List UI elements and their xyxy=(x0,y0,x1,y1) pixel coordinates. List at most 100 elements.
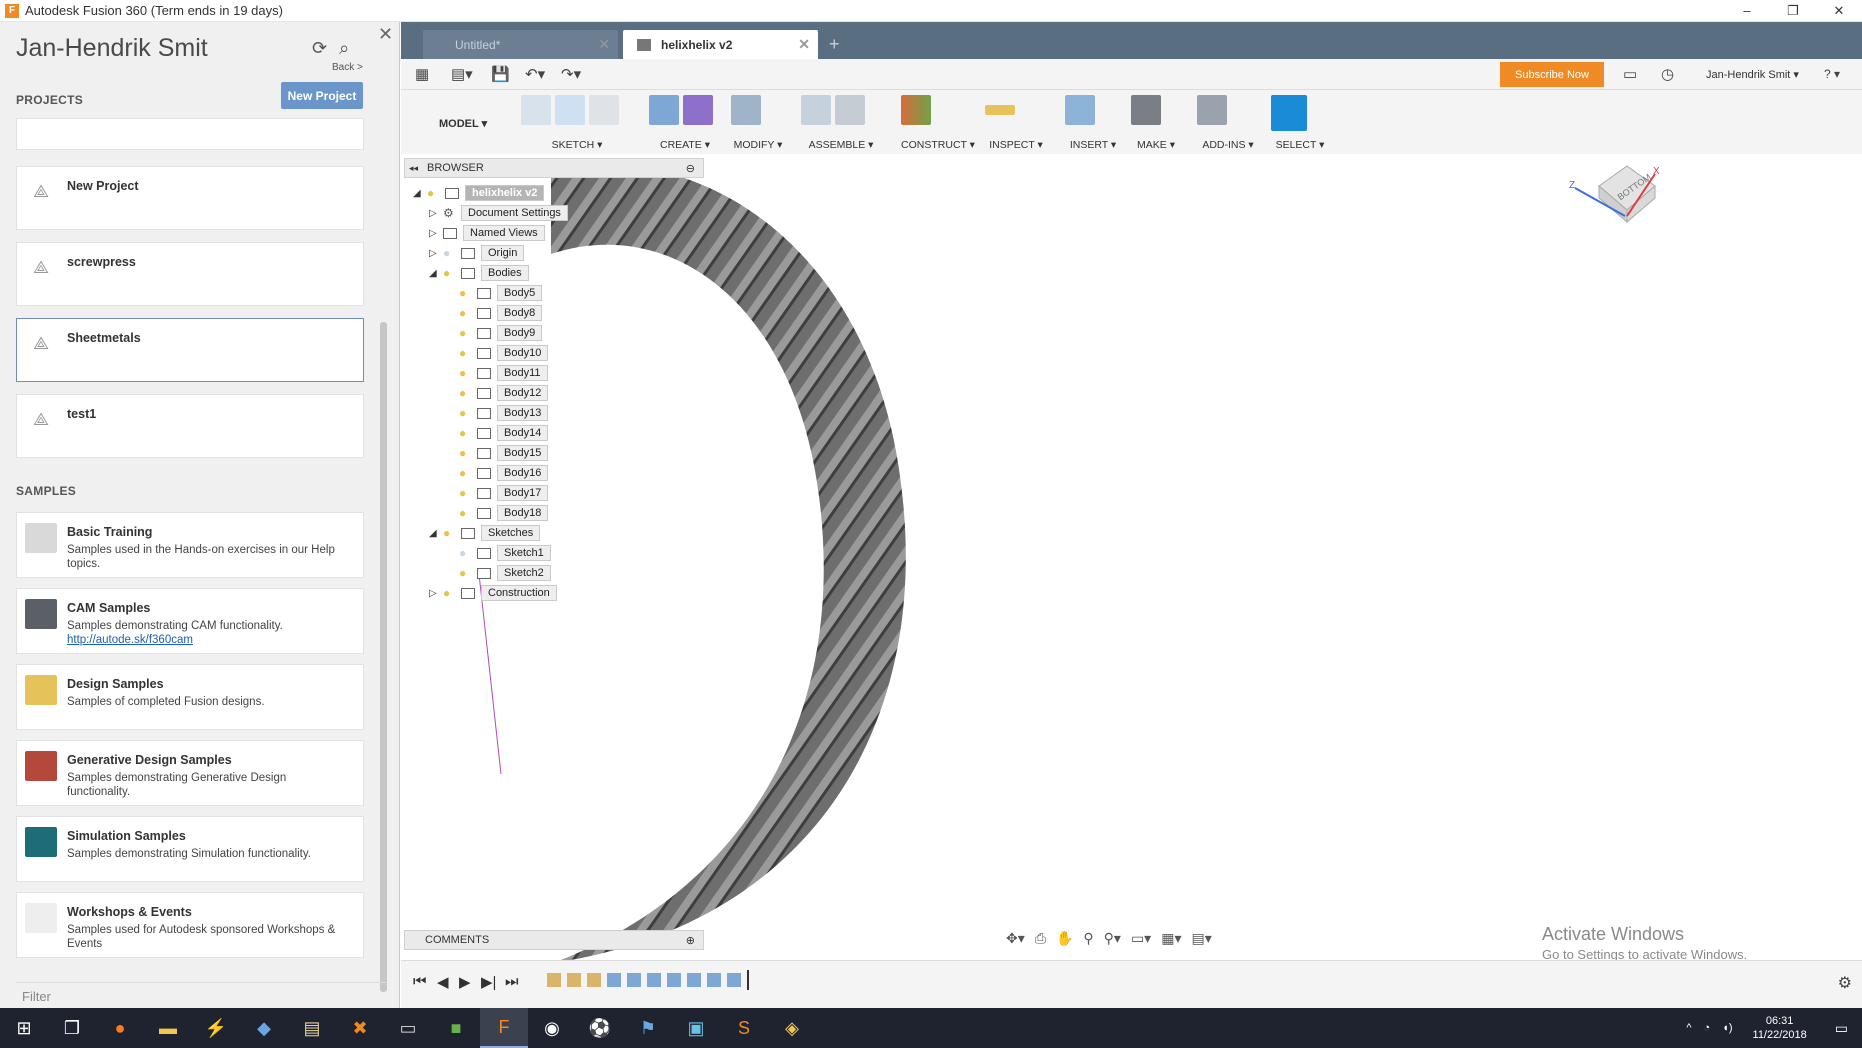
collapse-icon[interactable]: ◢ xyxy=(429,528,443,539)
app-icon[interactable]: ⚡ xyxy=(192,1008,240,1048)
job-status-icon[interactable]: ◷ xyxy=(1661,65,1674,83)
visibility-bulb-icon[interactable]: ● xyxy=(459,307,471,319)
press-pull-icon[interactable] xyxy=(731,95,761,125)
pattern-feature-icon[interactable] xyxy=(707,973,721,987)
timeline-marker[interactable] xyxy=(747,970,749,990)
tree-node-document-settings[interactable]: ▷ ⚙ Document Settings xyxy=(429,204,568,222)
grid-menu-icon[interactable]: ▦ xyxy=(415,65,429,83)
visibility-bulb-icon[interactable]: ● xyxy=(459,287,471,299)
back-link[interactable]: Back > xyxy=(332,62,363,73)
construct-group[interactable]: CONSTRUCT ▾ xyxy=(901,95,975,153)
close-tab-icon[interactable]: ✕ xyxy=(598,36,610,53)
tree-node-body[interactable]: ● Body10 xyxy=(459,344,549,362)
visibility-bulb-icon[interactable]: ● xyxy=(459,387,471,399)
cam-link[interactable]: http://autode.sk/f360cam xyxy=(67,633,352,647)
sample-card[interactable]: CAM Samples Samples demonstrating CAM fu… xyxy=(16,588,364,654)
refresh-icon[interactable]: ⟳ xyxy=(312,38,327,59)
collapse-icon[interactable]: ◢ xyxy=(429,268,443,279)
project-card[interactable]: ⟁ New Project xyxy=(16,166,364,230)
sketch-feature-icon[interactable] xyxy=(587,973,601,987)
visibility-bulb-icon[interactable]: ● xyxy=(459,347,471,359)
tree-node-body[interactable]: ● Body14 xyxy=(459,424,549,442)
visibility-bulb-icon[interactable]: ● xyxy=(459,367,471,379)
volume-icon[interactable]: ◖) xyxy=(1722,1022,1732,1034)
task-view-icon[interactable]: ❐ xyxy=(48,1008,96,1048)
visibility-bulb-icon[interactable]: ● xyxy=(459,507,471,519)
tree-node-body[interactable]: ● Body15 xyxy=(459,444,549,462)
file-explorer-icon[interactable]: ▬ xyxy=(144,1008,192,1048)
save-icon[interactable]: 💾 xyxy=(491,65,510,83)
tree-node-body[interactable]: ● Body11 xyxy=(459,364,548,382)
firefox-icon[interactable]: ● xyxy=(96,1008,144,1048)
data-panel-scrollbar[interactable] xyxy=(380,322,387,992)
tree-node-named-views[interactable]: ▷ Named Views xyxy=(429,224,545,242)
sample-card[interactable]: Workshops & Events Samples used for Auto… xyxy=(16,892,364,958)
add-comment-icon[interactable]: ⊕ xyxy=(686,934,695,947)
timeline-settings-gear-icon[interactable]: ⚙ xyxy=(1838,973,1852,993)
select-icon[interactable] xyxy=(1271,95,1307,131)
extrude-icon[interactable] xyxy=(649,95,679,125)
app-icon[interactable]: ▭ xyxy=(384,1008,432,1048)
project-card[interactable]: ⟁ test1 xyxy=(16,394,364,458)
project-card-partial[interactable] xyxy=(16,118,364,150)
app-icon[interactable]: ◆ xyxy=(240,1008,288,1048)
collapse-icon[interactable]: ◢ xyxy=(413,188,427,199)
create-group[interactable]: CREATE ▾ xyxy=(649,95,721,153)
tree-node-body[interactable]: ● Body17 xyxy=(459,484,549,502)
visibility-bulb-icon[interactable]: ● xyxy=(459,487,471,499)
make-group[interactable]: MAKE ▾ xyxy=(1131,95,1181,153)
tree-node-body[interactable]: ● Body9 xyxy=(459,324,543,342)
play-icon[interactable]: ▶ xyxy=(459,973,471,991)
tab-untitled[interactable]: Untitled* ✕ xyxy=(423,30,618,59)
step-back-icon[interactable]: ◀ xyxy=(437,973,449,991)
close-tab-icon[interactable]: ✕ xyxy=(798,36,810,53)
steam-icon[interactable]: ◉ xyxy=(528,1008,576,1048)
visibility-bulb-icon[interactable]: ● xyxy=(459,467,471,479)
step-forward-icon[interactable]: ▶| xyxy=(481,973,496,991)
3d-print-icon[interactable] xyxy=(1131,95,1161,125)
tree-node-body[interactable]: ● Body5 xyxy=(459,284,543,302)
windows-start-icon[interactable]: ⊞ xyxy=(0,1008,48,1048)
restore-icon[interactable]: ❐ xyxy=(1770,0,1816,22)
offset-plane-icon[interactable] xyxy=(901,95,931,125)
sample-card[interactable]: Basic Training Samples used in the Hands… xyxy=(16,512,364,578)
redo-icon[interactable]: ↷▾ xyxy=(561,65,581,83)
visibility-bulb-icon[interactable]: ● xyxy=(443,267,455,279)
visibility-bulb-icon[interactable]: ● xyxy=(443,587,455,599)
tree-node-body[interactable]: ● Body18 xyxy=(459,504,549,522)
expand-icon[interactable]: ▷ xyxy=(429,248,443,259)
tab-helixhelix[interactable]: helixhelix v2 ✕ xyxy=(623,30,818,59)
sample-card[interactable]: Simulation Samples Samples demonstrating… xyxy=(16,816,364,882)
file-menu-icon[interactable]: ▤▾ xyxy=(451,65,473,83)
pattern-feature-icon[interactable] xyxy=(607,973,621,987)
display-settings-icon[interactable]: ▭▾ xyxy=(1131,930,1151,952)
user-account-menu[interactable]: Jan-Hendrik Smit ▾ xyxy=(1706,68,1799,81)
new-tab-icon[interactable]: + xyxy=(829,34,840,55)
fusion360-taskbar-icon[interactable]: F xyxy=(480,1008,528,1048)
action-center-icon[interactable]: ▭ xyxy=(1835,1020,1848,1037)
expand-icon[interactable]: ▷ xyxy=(429,228,443,239)
visibility-bulb-icon[interactable]: ● xyxy=(459,447,471,459)
tree-root[interactable]: ◢ ● helixhelix v2 xyxy=(413,184,545,202)
tree-node-sketches[interactable]: ◢ ● Sketches xyxy=(429,524,541,542)
grid-settings-icon[interactable]: ▦▾ xyxy=(1161,930,1181,952)
app-icon[interactable]: ⚑ xyxy=(624,1008,672,1048)
workspace-switcher[interactable]: MODEL ▾ xyxy=(439,117,487,130)
new-project-button[interactable]: New Project xyxy=(281,82,363,109)
visibility-bulb-icon[interactable]: ● xyxy=(459,567,471,579)
sketch-feature-icon[interactable] xyxy=(547,973,561,987)
sublime-icon[interactable]: S xyxy=(720,1008,768,1048)
select-group[interactable]: SELECT ▾ xyxy=(1271,95,1329,153)
browser-pin-icon[interactable]: ⊖ xyxy=(686,162,695,175)
viewcube[interactable]: BOTTOM Z X xyxy=(1569,158,1660,238)
canvas-viewport[interactable]: ◂◂ BROWSER ⊖ ◢ ● helixhelix v2 ▷ ⚙ Docum… xyxy=(401,154,1862,962)
pan-icon[interactable]: ✋ xyxy=(1056,930,1073,952)
tree-node-body[interactable]: ● Body12 xyxy=(459,384,549,402)
expand-icon[interactable]: ▷ xyxy=(429,588,443,599)
undo-icon[interactable]: ↶▾ xyxy=(525,65,545,83)
viewports-icon[interactable]: ▤▾ xyxy=(1191,930,1211,952)
close-panel-icon[interactable]: ✕ xyxy=(378,24,393,45)
add-ins-group[interactable]: ADD-INS ▾ xyxy=(1197,95,1259,153)
look-at-icon[interactable]: ⎙ xyxy=(1035,930,1046,952)
create-sketch-icon[interactable] xyxy=(521,95,551,125)
